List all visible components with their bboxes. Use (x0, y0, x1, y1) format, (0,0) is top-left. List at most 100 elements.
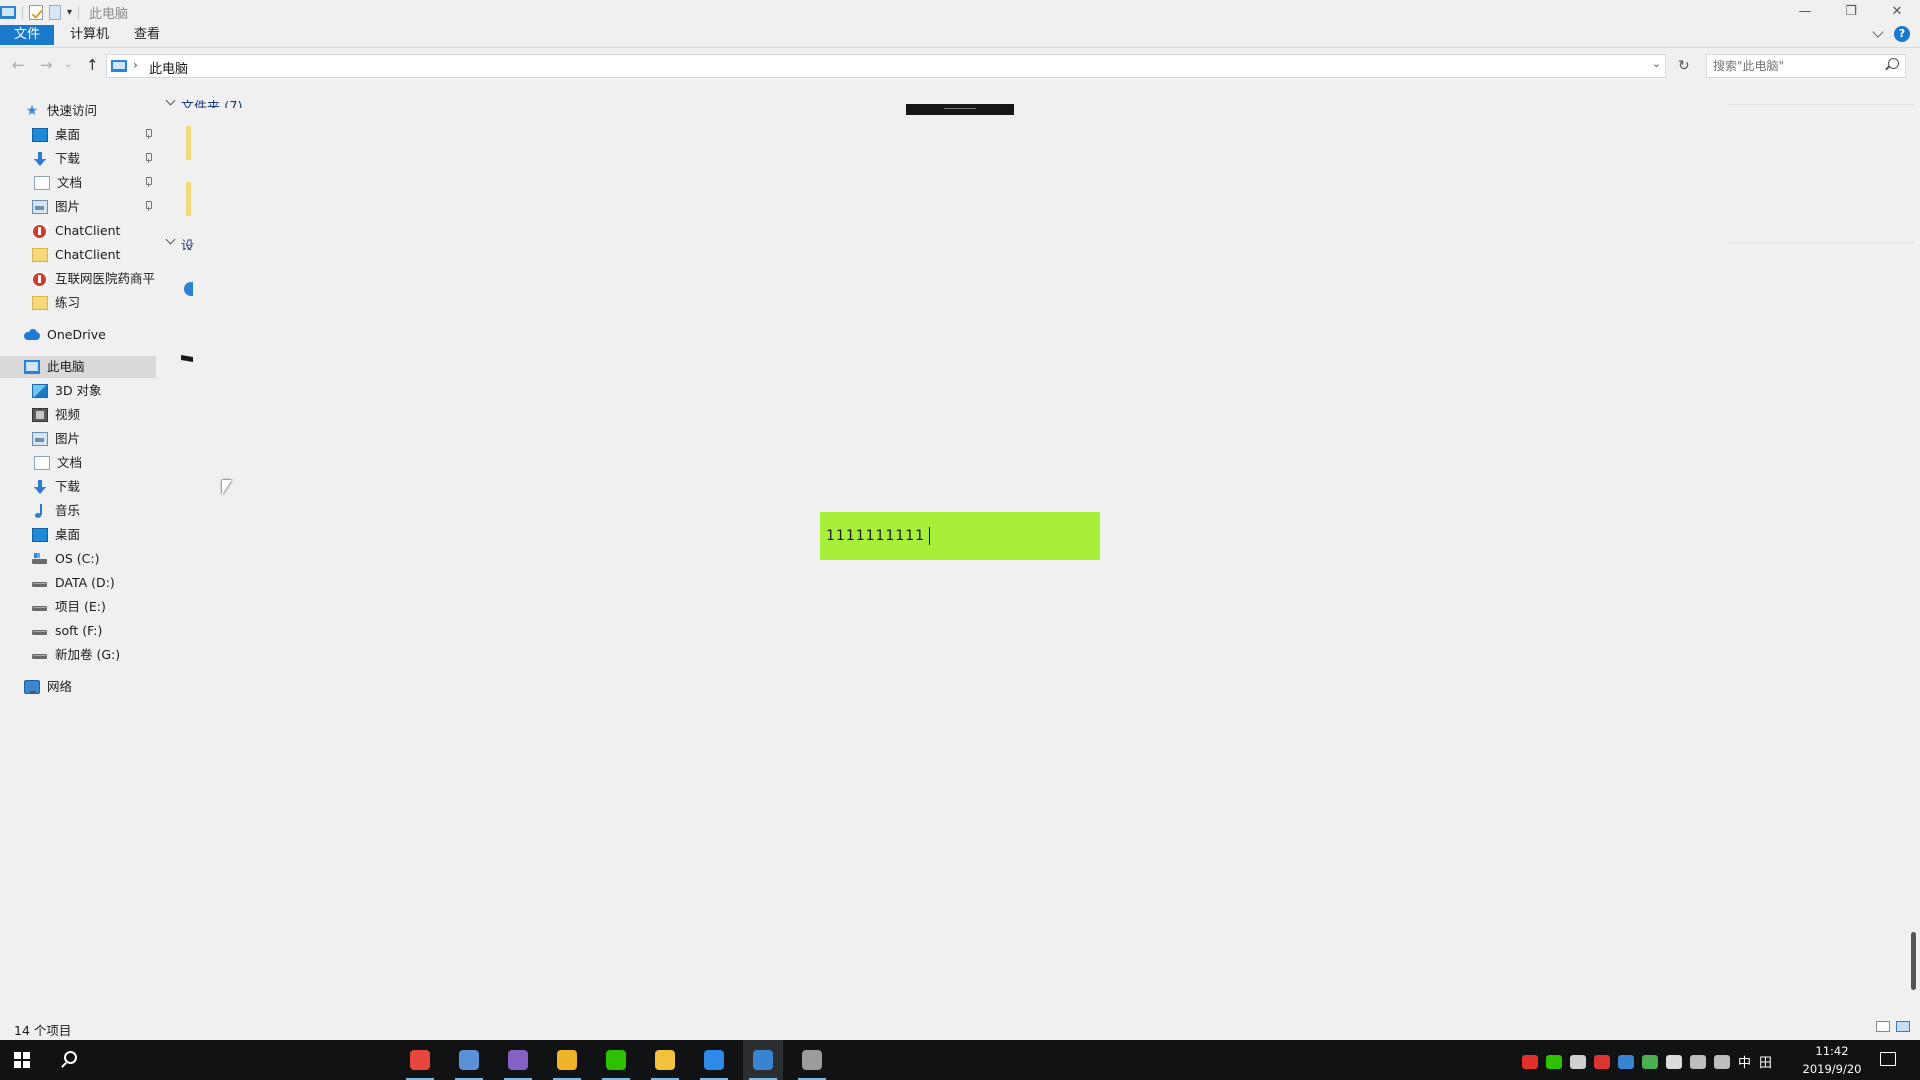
sidebar-item-label: OneDrive (47, 327, 106, 342)
sidebar-item-label: 网络 (47, 679, 73, 694)
notification-center-icon[interactable] (1880, 1052, 1896, 1066)
this-pc-icon (24, 360, 40, 374)
taskbar-app-wechat[interactable] (596, 1040, 636, 1080)
volume-icon[interactable] (1714, 1054, 1730, 1069)
wechat-icon[interactable] (1546, 1054, 1562, 1069)
sidebar-item-drive-g[interactable]: 新加卷 (G:) (32, 644, 156, 666)
pin-icon[interactable] (144, 153, 152, 163)
search-input[interactable] (1713, 58, 1873, 74)
search-icon[interactable] (1888, 58, 1899, 69)
scrollbar[interactable] (1911, 932, 1916, 990)
ime-indicator[interactable]: 中 (1738, 1052, 1751, 1071)
ime-mode-icon[interactable]: 田 (1759, 1052, 1772, 1071)
sidebar-item-documents[interactable]: 文档 (32, 172, 156, 194)
sidebar-item-quick-access[interactable]: ★ 快速访问 (24, 100, 156, 122)
sidebar-item-drive-f[interactable]: soft (F:) (32, 620, 156, 642)
security-icon[interactable] (1594, 1054, 1610, 1069)
sidebar-item-label: 桌面 (55, 527, 81, 542)
address-bar[interactable]: › 此电脑 ⌄ (106, 54, 1666, 78)
taskbar-app-yellow-app[interactable] (547, 1040, 587, 1080)
wifi-icon[interactable] (1690, 1054, 1706, 1069)
usb-icon[interactable] (1570, 1054, 1586, 1069)
taskbar-app-app-window[interactable] (743, 1040, 783, 1080)
group-header-devices[interactable]: 设 (181, 235, 194, 250)
sidebar-item-pictures-pc[interactable]: 图片 (32, 428, 156, 450)
up-arrow-icon[interactable]: ↑ (86, 56, 99, 74)
large-icons-view-icon[interactable] (1896, 1021, 1910, 1032)
pictures-icon (32, 200, 48, 214)
collapse-chevron-icon[interactable] (165, 95, 176, 106)
refresh-icon[interactable]: ↻ (1678, 58, 1690, 74)
this-pc-icon[interactable] (0, 6, 16, 19)
folder-icon[interactable] (186, 126, 191, 160)
os-drive-icon (32, 552, 48, 566)
sidebar-item-this-pc[interactable]: 此电脑 (0, 356, 156, 378)
recent-locations-chevron-icon[interactable]: ⌄ (64, 59, 72, 70)
sidebar-item-music[interactable]: 音乐 (32, 500, 156, 522)
details-view-icon[interactable] (1876, 1021, 1890, 1032)
status-bar: 14 个项目 (0, 1016, 1920, 1038)
tab-file[interactable]: 文件 (0, 25, 55, 45)
breadcrumb-separator-icon[interactable]: › (133, 58, 138, 72)
sidebar-item-downloads[interactable]: 下载 (32, 148, 156, 170)
sidebar-item-desktop[interactable]: 桌面 (32, 124, 156, 146)
restore-button[interactable]: ❐ (1828, 0, 1874, 22)
sidebar-item-practice[interactable]: 练习 (32, 292, 156, 314)
search-icon[interactable] (64, 1051, 77, 1064)
sidebar-item-downloads-pc[interactable]: 下载 (32, 476, 156, 498)
sidebar-item-desktop-pc[interactable]: 桌面 (32, 524, 156, 546)
sidebar-item-chatclient-folder[interactable]: ChatClient (32, 244, 156, 266)
search-box[interactable] (1706, 54, 1906, 78)
weibo-icon[interactable] (1522, 1054, 1538, 1069)
taskbar-app-visual-studio[interactable] (498, 1040, 538, 1080)
pin-icon[interactable] (144, 201, 152, 211)
tab-view[interactable]: 查看 (120, 25, 174, 45)
back-arrow-icon[interactable]: ← (12, 56, 25, 74)
app-tray-icon[interactable] (1618, 1054, 1634, 1069)
drive-icon[interactable] (181, 354, 193, 363)
sidebar-item-network[interactable]: 网络 (24, 676, 156, 698)
taskbar-app-file-explorer[interactable] (645, 1040, 685, 1080)
taskbar-app-wps[interactable] (694, 1040, 734, 1080)
plus-tray-icon[interactable] (1642, 1054, 1658, 1069)
sidebar-item-drive-d[interactable]: DATA (D:) (32, 572, 156, 594)
sidebar-item-documents-pc[interactable]: 文档 (32, 452, 156, 474)
drive-icon[interactable] (184, 282, 193, 296)
red-app-icon (32, 224, 48, 238)
sidebar-item-onedrive[interactable]: OneDrive (24, 324, 156, 346)
address-dropdown-icon[interactable]: ⌄ (1652, 57, 1661, 70)
toolbar-separator (22, 5, 23, 20)
close-button[interactable]: ✕ (1874, 0, 1920, 22)
expand-ribbon-chevron-icon[interactable] (1872, 26, 1884, 38)
sidebar-item-drive-e[interactable]: 项目 (E:) (32, 596, 156, 618)
group-header-folders[interactable]: 文件夹 (7) (181, 96, 243, 108)
battery-icon[interactable] (1666, 1054, 1682, 1069)
clock[interactable]: 11:42 2019/9/20 (1800, 1042, 1864, 1078)
help-icon[interactable]: ? (1894, 26, 1910, 42)
drag-handle-bar[interactable] (906, 104, 1014, 115)
mouse-cursor-icon (222, 480, 236, 500)
collapse-chevron-icon[interactable] (165, 234, 176, 245)
sidebar-item-pictures[interactable]: 图片 (32, 196, 156, 218)
sidebar-item-3d-objects[interactable]: 3D 对象 (32, 380, 156, 402)
sidebar-item-drive-c[interactable]: OS (C:) (32, 548, 156, 570)
properties-icon[interactable] (29, 5, 43, 20)
folder-icon[interactable] (186, 182, 191, 216)
taskbar-app-chrome[interactable] (400, 1040, 440, 1080)
taskbar-app-remote-desktop[interactable] (449, 1040, 489, 1080)
new-folder-icon[interactable] (49, 5, 61, 20)
taskbar-app-tool-app[interactable] (792, 1040, 832, 1080)
forward-arrow-icon[interactable]: → (40, 56, 53, 74)
overlay-text-input[interactable]: 1111111111 (820, 512, 1100, 560)
pin-icon[interactable] (144, 177, 152, 187)
breadcrumb[interactable]: 此电脑 (149, 58, 188, 77)
customize-toolbar-dropdown[interactable]: ▾ (67, 7, 72, 18)
pin-icon[interactable] (144, 129, 152, 139)
minimize-button[interactable]: — (1782, 0, 1828, 22)
tab-computer[interactable]: 计算机 (56, 25, 123, 45)
sidebar-item-hospital-platform[interactable]: 互联网医院药商平台 (32, 268, 156, 290)
sidebar-item-videos[interactable]: 视频 (32, 404, 156, 426)
windows-start-icon[interactable] (14, 1052, 30, 1068)
document-icon (34, 456, 50, 470)
sidebar-item-chatclient-app[interactable]: ChatClient (32, 220, 156, 242)
